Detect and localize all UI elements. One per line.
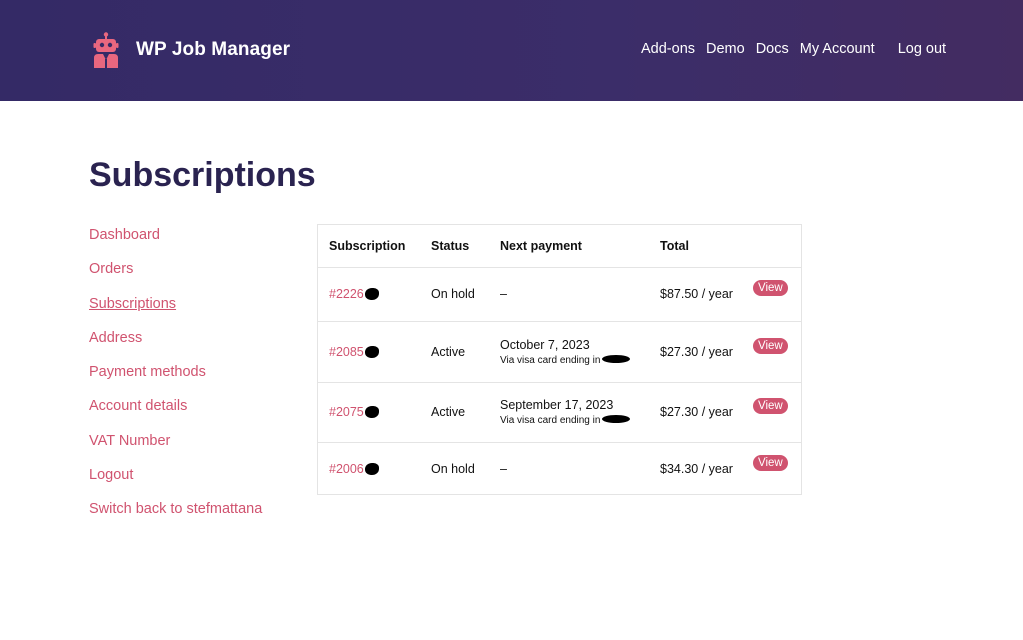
view-button[interactable]: View	[753, 454, 788, 471]
payment-method-text: Via visa card ending in	[500, 415, 601, 426]
next-payment-date: September 17, 2023	[500, 398, 614, 412]
header-subscription: Subscription	[318, 225, 420, 268]
nav-demo-link[interactable]: Demo	[706, 41, 745, 57]
site-header: WP Job Manager Add-ons Demo Docs My Acco…	[0, 0, 1023, 101]
account-sidebar: Dashboard Orders Subscriptions Address P…	[89, 226, 262, 535]
subscription-cell: #2226	[318, 267, 420, 322]
sidebar-item-payment-methods[interactable]: Payment methods	[89, 363, 262, 397]
view-button[interactable]: View	[753, 280, 788, 296]
page-title: Subscriptions	[89, 156, 316, 194]
view-button[interactable]: View	[753, 398, 788, 414]
table-row: #2075 Active September 17, 2023 Via visa…	[318, 382, 801, 443]
next-payment-cell: October 7, 2023 Via visa card ending in	[489, 321, 649, 383]
status-cell: On hold	[420, 267, 489, 322]
redaction-mark	[364, 288, 379, 300]
header-next-payment: Next payment	[489, 225, 649, 268]
nav-logout-link[interactable]: Log out	[898, 41, 946, 57]
subscriptions-table: Subscription Status Next payment Total #…	[318, 225, 801, 495]
nav-addons-link[interactable]: Add-ons	[641, 41, 695, 57]
sidebar-item-logout[interactable]: Logout	[89, 466, 262, 500]
table-row: #2085 Active October 7, 2023 Via visa ca…	[318, 321, 801, 383]
robot-logo-icon	[93, 32, 119, 68]
next-payment-cell: –	[500, 461, 507, 476]
total-cell: $34.30 / year	[660, 461, 733, 476]
status-cell: On hold	[431, 461, 475, 476]
nav-my-account-link[interactable]: My Account	[800, 41, 875, 57]
table-row: #2226 On hold – $87.50 / year View	[318, 267, 801, 322]
payment-method-text: Via visa card ending in	[500, 354, 601, 366]
sidebar-item-address[interactable]: Address	[89, 329, 262, 363]
sidebar-item-vat-number[interactable]: VAT Number	[89, 432, 262, 466]
subscription-link[interactable]: #2226	[329, 287, 364, 301]
next-payment-date: October 7, 2023	[500, 337, 590, 352]
subscription-link[interactable]: #2075	[329, 405, 364, 419]
next-payment-cell: September 17, 2023 Via visa card ending …	[489, 382, 649, 443]
next-payment-cell: –	[489, 267, 649, 322]
top-navigation: Add-ons Demo Docs My Account Log out	[641, 41, 946, 57]
sidebar-item-subscriptions[interactable]: Subscriptions	[89, 295, 262, 329]
subscription-link[interactable]: #2006	[329, 462, 364, 476]
header-total: Total	[649, 225, 749, 268]
sidebar-item-orders[interactable]: Orders	[89, 260, 262, 294]
total-cell: $27.30 / year	[649, 321, 749, 383]
total-cell: $87.50 / year	[649, 267, 749, 322]
redaction-mark	[364, 345, 379, 358]
subscription-cell: #2075	[318, 382, 420, 443]
brand-name: WP Job Manager	[136, 39, 291, 60]
redaction-mark	[602, 354, 631, 363]
redaction-mark	[602, 415, 631, 423]
subscription-cell: #2006	[318, 442, 420, 495]
subscriptions-table-container: Subscription Status Next payment Total #…	[317, 224, 802, 495]
table-row: #2006 On hold – $34.30 / year View	[318, 442, 801, 495]
subscription-cell: #2085	[318, 321, 420, 383]
status-cell: Active	[420, 321, 489, 383]
sidebar-item-switch-back[interactable]: Switch back to stefmattana	[89, 500, 262, 534]
sidebar-item-dashboard[interactable]: Dashboard	[89, 226, 262, 260]
payment-method-note: Via visa card ending in	[500, 415, 649, 426]
total-cell: $27.30 / year	[649, 382, 749, 443]
action-cell: View	[749, 321, 801, 383]
header-actions	[749, 225, 801, 268]
nav-docs-link[interactable]: Docs	[756, 41, 789, 57]
redaction-mark	[364, 462, 379, 475]
subscription-link[interactable]: #2085	[329, 345, 364, 359]
view-button[interactable]: View	[753, 337, 788, 354]
header-status: Status	[420, 225, 489, 268]
sidebar-item-account-details[interactable]: Account details	[89, 397, 262, 431]
payment-method-note: Via visa card ending in	[500, 354, 649, 366]
table-header-row: Subscription Status Next payment Total	[318, 225, 801, 268]
action-cell: View	[749, 267, 801, 322]
action-cell: View	[749, 382, 801, 443]
status-cell: Active	[420, 382, 489, 443]
brand[interactable]: WP Job Manager	[92, 32, 290, 68]
action-cell: View	[749, 442, 801, 495]
redaction-mark	[364, 406, 379, 418]
